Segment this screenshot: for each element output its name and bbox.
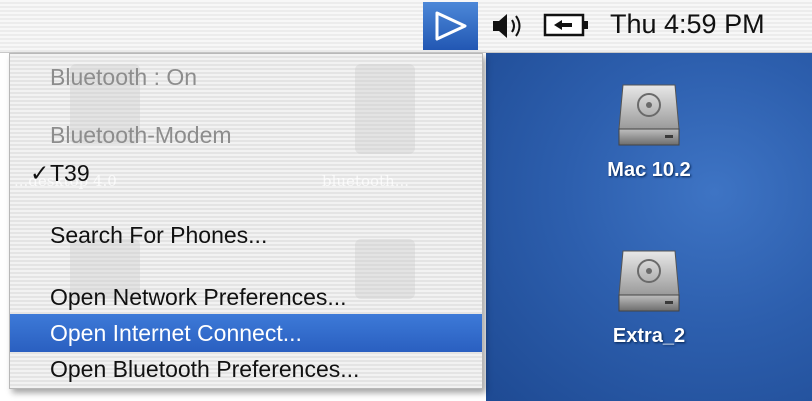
menu-bar: Thu 4:59 PM	[0, 0, 812, 53]
menu-bar-clock[interactable]: Thu 4:59 PM	[610, 9, 765, 40]
menu-item-bluetooth-status: Bluetooth : On	[10, 58, 482, 96]
volume-icon[interactable]	[489, 9, 529, 43]
hard-drive-icon	[618, 84, 680, 146]
desktop: Mac 10.2 Extra_2	[486, 53, 812, 401]
bluetooth-dropdown-menu: ...desktop 4.0 bluetooth... Bluetooth : …	[9, 53, 483, 389]
menu-item-open-network-preferences[interactable]: Open Network Preferences...	[10, 278, 482, 316]
menu-item-label: Open Bluetooth Preferences...	[50, 356, 360, 382]
bluetooth-menu-icon	[435, 11, 467, 41]
desktop-icon-extra[interactable]: Extra_2	[579, 239, 719, 348]
menu-item-search-for-phones[interactable]: Search For Phones...	[10, 216, 482, 254]
screen: Mac 10.2 Extra_2 Thu 4:59 PM ...desktop …	[0, 0, 812, 401]
menu-item-t39[interactable]: ✓ T39	[10, 154, 482, 192]
battery-icon[interactable]	[542, 12, 592, 38]
menu-item-label: Open Internet Connect...	[50, 320, 302, 346]
desktop-icon-label: Extra_2	[612, 325, 686, 347]
menu-item-label: Open Network Preferences...	[50, 284, 347, 310]
hard-drive-icon	[618, 250, 680, 312]
menu-item-label: Search For Phones...	[50, 222, 268, 248]
checkmark-icon: ✓	[30, 160, 50, 186]
menu-item-label: Bluetooth-Modem	[50, 122, 232, 148]
menu-item-open-bluetooth-preferences[interactable]: Open Bluetooth Preferences...	[10, 350, 482, 388]
menu-item-open-internet-connect[interactable]: Open Internet Connect...	[10, 314, 482, 352]
desktop-icon-label: Mac 10.2	[607, 159, 691, 181]
menu-item-label: Bluetooth : On	[50, 64, 198, 90]
desktop-icon-mac[interactable]: Mac 10.2	[579, 73, 719, 182]
bluetooth-menu-extra[interactable]	[423, 2, 478, 50]
menu-item-bluetooth-modem: Bluetooth-Modem	[10, 116, 482, 154]
menu-item-label: T39	[50, 160, 90, 186]
